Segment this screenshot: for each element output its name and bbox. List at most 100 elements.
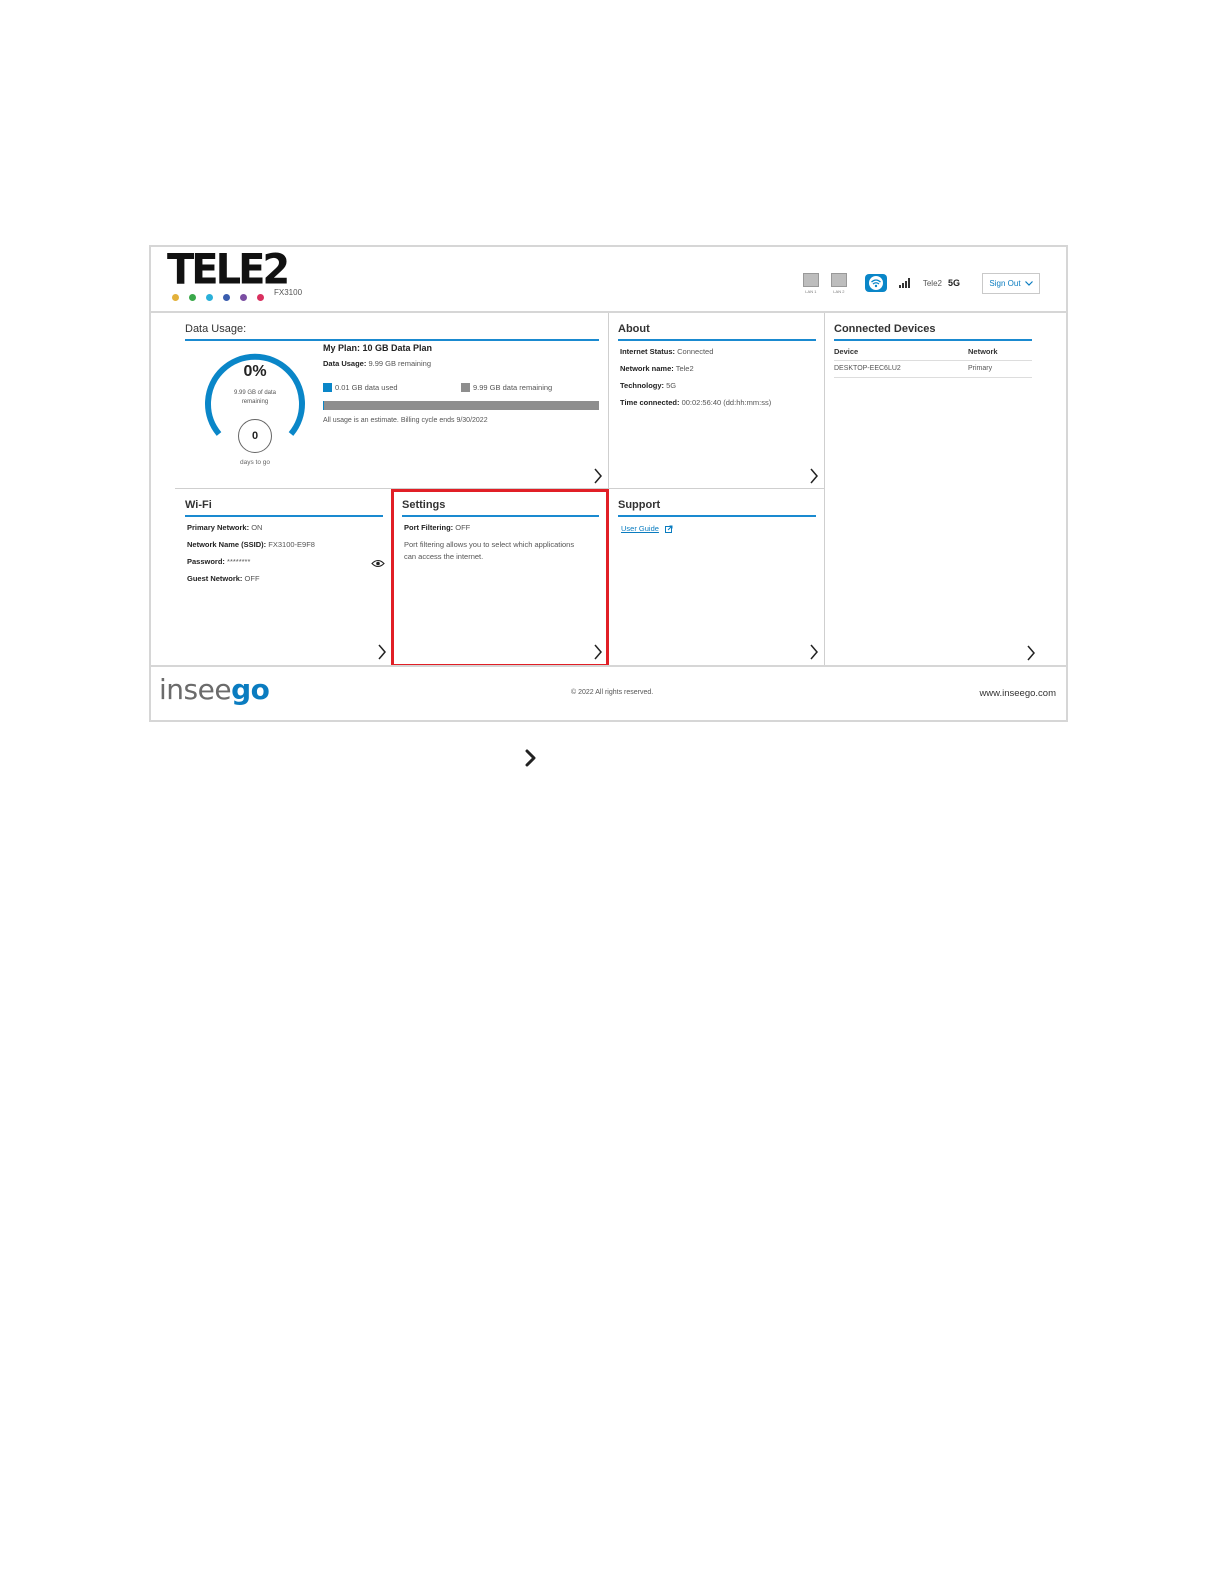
ssid-label: Network Name (SSID):: [187, 540, 267, 549]
wifi-icon[interactable]: [864, 274, 887, 292]
sign-out-label: Sign Out: [989, 278, 1021, 288]
chevron-down-icon: [1024, 280, 1033, 286]
lan1-icon: [802, 272, 819, 287]
title-underline: [185, 515, 383, 517]
password-value: ********: [227, 557, 251, 566]
data-usage-panel: Data Usage: 0% 9.99 GB of data remaining…: [151, 313, 608, 488]
primary-network-value: ON: [251, 523, 263, 532]
technology: Technology: 5G: [620, 381, 676, 390]
chevron-right-icon[interactable]: [809, 468, 819, 484]
remaining-legend-swatch: [461, 383, 470, 392]
brand-part-b: go: [231, 673, 270, 706]
ssid-value: FX3100-E9F8: [268, 540, 315, 549]
lan2-status: LAN 2: [830, 272, 847, 294]
logo-dot: [240, 294, 247, 301]
router-dashboard: TELE2 FX3100 LAN 1 LAN 2 Tele2 5G Sign O…: [149, 245, 1068, 722]
device-name: DESKTOP-EEC6LU2: [834, 365, 901, 372]
primary-network: Primary Network: ON: [187, 523, 262, 532]
header: TELE2 FX3100 LAN 1 LAN 2 Tele2 5G Sign O…: [151, 245, 1066, 313]
chevron-right-icon: [525, 749, 536, 767]
logo-dot: [257, 294, 264, 301]
billing-estimate: All usage is an estimate. Billing cycle …: [323, 417, 488, 424]
time-connected-value: 00:02:56:40 (dd:hh:mm:ss): [681, 398, 772, 407]
data-usage-title: Data Usage:: [185, 323, 247, 335]
chevron-right-icon[interactable]: [593, 468, 603, 484]
user-guide-label: User Guide: [621, 524, 659, 533]
device-column-header: Device: [834, 347, 859, 356]
carrier-name: Tele2: [922, 278, 942, 288]
gauge-remaining-text: 9.99 GB of data remaining: [233, 390, 277, 405]
wifi-password: Password: ********: [187, 557, 250, 566]
logo-dots: [172, 294, 264, 301]
tele2-logo: TELE2: [167, 245, 290, 295]
guest-network-label: Guest Network:: [187, 574, 243, 583]
signal-strength-icon: [898, 278, 910, 288]
copyright: © 2022 All rights reserved.: [571, 689, 654, 696]
logo-dot: [223, 294, 230, 301]
network-technology: 5G: [947, 278, 960, 288]
days-remaining: 0: [238, 419, 272, 453]
inseego-logo: inseego: [159, 673, 270, 706]
sign-out-button[interactable]: Sign Out: [982, 272, 1040, 294]
technology-value: 5G: [666, 381, 677, 390]
usage-value: 9.99 GB remaining: [368, 359, 431, 368]
device-network: Primary: [968, 365, 993, 372]
usage-bar: [323, 401, 599, 410]
network-name: Network name: Tele2: [620, 364, 694, 373]
lan1-label: LAN 1: [805, 288, 817, 294]
logo-dot: [172, 294, 179, 301]
network-name-label: Network name:: [620, 364, 674, 373]
internet-status-label: Internet Status:: [620, 347, 676, 356]
days-label: days to go: [240, 459, 270, 466]
footer: inseego © 2022 All rights reserved. www.…: [151, 665, 1066, 720]
technology-label: Technology:: [620, 381, 665, 390]
support-title: Support: [618, 499, 661, 511]
status-bar: LAN 1 LAN 2 Tele2 5G Sign Out: [802, 269, 1040, 297]
title-underline: [618, 515, 816, 517]
support-panel: Support User Guide: [609, 489, 824, 665]
internet-status: Internet Status: Connected: [620, 347, 713, 356]
lan1-status: LAN 1: [802, 272, 819, 294]
usage-percent: 0%: [243, 363, 267, 380]
remaining-legend: 9.99 GB data remaining: [473, 383, 553, 392]
lan2-label: LAN 2: [833, 288, 845, 294]
wifi-title: Wi-Fi: [185, 499, 212, 511]
external-link-icon[interactable]: [665, 525, 673, 533]
network-column-header: Network: [968, 347, 998, 356]
used-legend: 0.01 GB data used: [335, 383, 398, 392]
eye-icon[interactable]: [371, 559, 385, 568]
network-name-value: Tele2: [675, 364, 694, 373]
time-connected-label: Time connected:: [620, 398, 680, 407]
connected-devices-panel: Connected Devices Device Network DESKTOP…: [825, 313, 1066, 665]
wifi-panel: Wi-Fi Primary Network: ON Network Name (…: [151, 489, 391, 665]
brand-part-a: insee: [159, 673, 232, 706]
logo-dot: [189, 294, 196, 301]
plan-name: My Plan: 10 GB Data Plan: [323, 343, 433, 353]
guest-network-value: OFF: [244, 574, 260, 583]
table-divider: [834, 377, 1032, 378]
chevron-right-icon[interactable]: [809, 644, 819, 660]
settings-highlight-box: [391, 489, 609, 667]
lan2-icon: [830, 272, 847, 287]
network-ssid: Network Name (SSID): FX3100-E9F8: [187, 540, 315, 549]
device-model: FX3100: [274, 288, 303, 297]
chevron-right-icon[interactable]: [377, 644, 387, 660]
usage-label: Data Usage:: [323, 359, 367, 368]
guest-network: Guest Network: OFF: [187, 574, 260, 583]
about-panel: About Internet Status: Connected Network…: [609, 313, 824, 488]
user-guide-link[interactable]: User Guide: [621, 524, 659, 533]
connected-devices-title: Connected Devices: [834, 323, 936, 335]
title-underline: [834, 339, 1032, 341]
time-connected: Time connected: 00:02:56:40 (dd:hh:mm:ss…: [620, 398, 771, 407]
password-label: Password:: [187, 557, 225, 566]
website-link[interactable]: www.inseego.com: [979, 688, 1056, 699]
used-legend-swatch: [323, 383, 332, 392]
table-divider: [834, 360, 1032, 361]
internet-status-value: Connected: [677, 347, 714, 356]
data-usage-summary: Data Usage: 9.99 GB remaining: [323, 359, 431, 368]
primary-network-label: Primary Network:: [187, 523, 250, 532]
usage-bar-fill: [323, 401, 325, 410]
logo-dot: [206, 294, 213, 301]
about-title: About: [618, 323, 650, 335]
chevron-right-icon[interactable]: [1026, 645, 1036, 661]
